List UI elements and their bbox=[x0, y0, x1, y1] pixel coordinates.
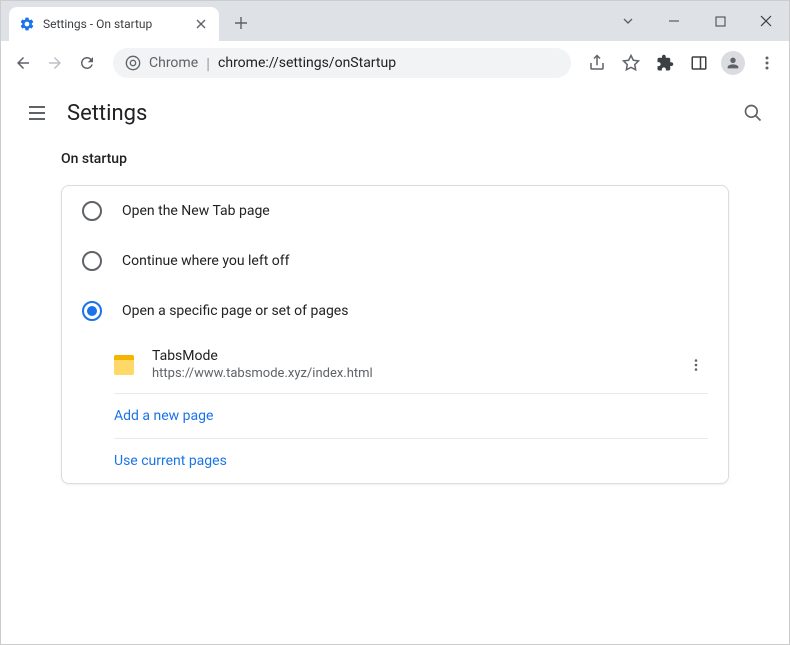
menu-button[interactable] bbox=[753, 49, 781, 77]
profile-button[interactable] bbox=[719, 49, 747, 77]
add-page-button[interactable]: Add a new page bbox=[114, 394, 708, 439]
omnibox-prefix: Chrome bbox=[149, 55, 198, 71]
page-info: TabsMode https://www.tabsmode.xyz/index.… bbox=[152, 348, 684, 381]
startup-card: Open the New Tab page Continue where you… bbox=[61, 185, 729, 484]
maximize-button[interactable] bbox=[697, 6, 743, 36]
toolbar: Chrome | chrome://settings/onStartup bbox=[1, 41, 789, 85]
chevron-down-icon[interactable] bbox=[605, 6, 651, 36]
radio-label: Open a specific page or set of pages bbox=[122, 303, 348, 319]
back-button[interactable] bbox=[9, 49, 37, 77]
page-url: https://www.tabsmode.xyz/index.html bbox=[152, 366, 684, 381]
pages-list: TabsMode https://www.tabsmode.xyz/index.… bbox=[114, 336, 708, 483]
radio-new-tab[interactable]: Open the New Tab page bbox=[62, 186, 728, 236]
bookmark-button[interactable] bbox=[617, 49, 645, 77]
radio-icon bbox=[82, 251, 102, 271]
radio-label: Open the New Tab page bbox=[122, 203, 270, 219]
omnibox-url: chrome://settings/onStartup bbox=[218, 55, 396, 71]
chrome-icon bbox=[125, 55, 141, 71]
tab-title: Settings - On startup bbox=[43, 17, 185, 31]
toolbar-actions bbox=[583, 49, 781, 77]
page-title: Settings bbox=[67, 101, 147, 126]
new-tab-button[interactable] bbox=[227, 9, 255, 37]
content: On startup Open the New Tab page Continu… bbox=[1, 141, 789, 484]
radio-icon bbox=[82, 201, 102, 221]
radio-label: Continue where you left off bbox=[122, 253, 290, 269]
section-title: On startup bbox=[61, 151, 729, 167]
page-name: TabsMode bbox=[152, 348, 684, 364]
hamburger-menu-button[interactable] bbox=[21, 97, 53, 129]
minimize-button[interactable] bbox=[651, 6, 697, 36]
extensions-button[interactable] bbox=[651, 49, 679, 77]
browser-tab[interactable]: Settings - On startup bbox=[9, 7, 219, 41]
close-window-button[interactable] bbox=[743, 6, 789, 36]
radio-specific-pages[interactable]: Open a specific page or set of pages bbox=[62, 286, 728, 336]
window-controls bbox=[605, 1, 789, 41]
reload-button[interactable] bbox=[73, 49, 101, 77]
settings-header: Settings bbox=[1, 85, 789, 141]
search-button[interactable] bbox=[737, 97, 769, 129]
use-current-pages-button[interactable]: Use current pages bbox=[114, 439, 708, 483]
close-icon[interactable] bbox=[193, 16, 209, 32]
page-item: TabsMode https://www.tabsmode.xyz/index.… bbox=[114, 336, 708, 394]
avatar-icon bbox=[721, 51, 745, 75]
share-button[interactable] bbox=[583, 49, 611, 77]
forward-button[interactable] bbox=[41, 49, 69, 77]
radio-continue[interactable]: Continue where you left off bbox=[62, 236, 728, 286]
omnibox-separator: | bbox=[206, 54, 210, 73]
address-bar[interactable]: Chrome | chrome://settings/onStartup bbox=[113, 48, 571, 78]
radio-icon bbox=[82, 301, 102, 321]
side-panel-button[interactable] bbox=[685, 49, 713, 77]
more-actions-button[interactable] bbox=[684, 353, 708, 377]
folder-icon bbox=[114, 355, 134, 375]
titlebar: Settings - On startup bbox=[1, 1, 789, 41]
gear-icon bbox=[19, 16, 35, 32]
